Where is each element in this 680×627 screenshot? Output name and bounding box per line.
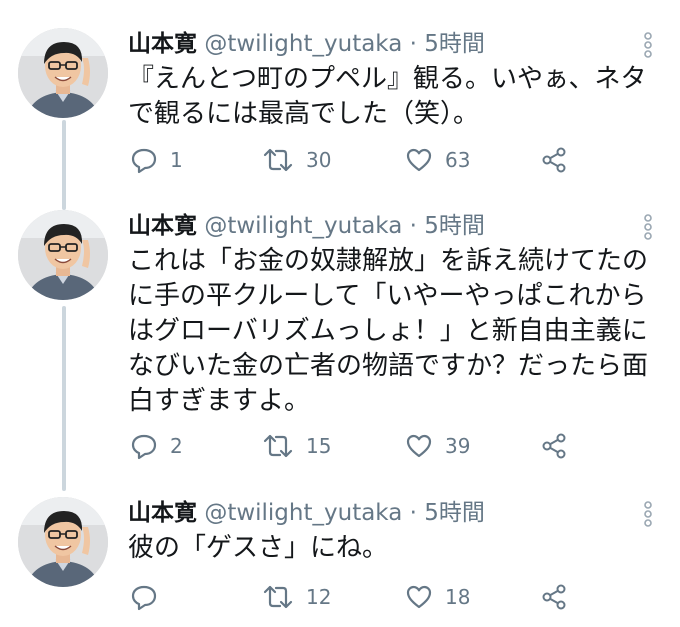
thread-connector-line (62, 120, 66, 210)
tweet-text: これは「お金の奴隷解放」を訴え続けてたの に手の平クルーして「いやーやっぱこれか… (128, 246, 649, 416)
reply-button[interactable] (130, 582, 170, 612)
reply-count: 1 (170, 148, 183, 172)
retweet-icon (263, 148, 293, 172)
reply-button[interactable]: 1 (130, 145, 183, 175)
like-count: 63 (445, 148, 471, 172)
heart-icon (406, 585, 432, 609)
share-icon (542, 433, 566, 459)
retweet-count: 12 (306, 585, 332, 609)
reply-count: 2 (170, 434, 183, 458)
tweet-text: 彼の「ゲスさ」にね。 (128, 533, 389, 563)
avatar[interactable] (18, 497, 108, 587)
tweet-header: 山本寛 @twilight_yutaka · 5時間 (128, 28, 485, 60)
author-handle[interactable]: @twilight_yutaka (204, 500, 402, 526)
reply-icon (131, 434, 157, 460)
avatar[interactable] (18, 28, 108, 118)
like-button[interactable]: 39 (405, 431, 470, 461)
thread-connector-line (62, 306, 66, 491)
retweet-count: 15 (306, 434, 332, 458)
separator-dot: · (409, 31, 417, 57)
retweet-button[interactable]: 12 (262, 582, 331, 612)
retweet-button[interactable]: 30 (262, 145, 331, 175)
separator-dot: · (409, 213, 417, 239)
tweet-header: 山本寛 @twilight_yutaka · 5時間 (128, 497, 485, 529)
timestamp[interactable]: 5時間 (424, 500, 485, 526)
tweet-actions: 1 30 63 (130, 145, 590, 175)
more-vertical-icon[interactable] (641, 214, 655, 240)
timestamp[interactable]: 5時間 (424, 213, 485, 239)
reply-icon (131, 148, 157, 174)
author-handle[interactable]: @twilight_yutaka (204, 213, 402, 239)
share-button[interactable] (540, 582, 568, 612)
like-count: 39 (445, 434, 471, 458)
reply-button[interactable]: 2 (130, 431, 183, 461)
share-icon (542, 584, 566, 610)
retweet-button[interactable]: 15 (262, 431, 331, 461)
heart-icon (406, 434, 432, 458)
separator-dot: · (409, 500, 417, 526)
author-name[interactable]: 山本寛 (128, 500, 197, 526)
like-button[interactable]: 18 (405, 582, 470, 612)
share-button[interactable] (540, 431, 568, 461)
share-icon (542, 147, 566, 173)
reply-icon (131, 585, 157, 611)
author-handle[interactable]: @twilight_yutaka (204, 31, 402, 57)
tweet-actions: 2 15 39 (130, 431, 590, 461)
heart-icon (406, 148, 432, 172)
avatar[interactable] (18, 210, 108, 300)
like-count: 18 (445, 585, 471, 609)
timestamp[interactable]: 5時間 (424, 31, 485, 57)
like-button[interactable]: 63 (405, 145, 470, 175)
share-button[interactable] (540, 145, 568, 175)
tweet-header: 山本寛 @twilight_yutaka · 5時間 (128, 210, 485, 242)
retweet-count: 30 (306, 148, 332, 172)
more-vertical-icon[interactable] (641, 32, 655, 58)
retweet-icon (263, 585, 293, 609)
author-name[interactable]: 山本寛 (128, 31, 197, 57)
retweet-icon (263, 434, 293, 458)
tweet-text: 『えんとつ町のプペル』観る。いやぁ、ネタ で観るには最高でした（笑）。 (128, 64, 647, 129)
more-vertical-icon[interactable] (641, 501, 655, 527)
tweet-actions: 12 18 (130, 582, 590, 612)
author-name[interactable]: 山本寛 (128, 213, 197, 239)
